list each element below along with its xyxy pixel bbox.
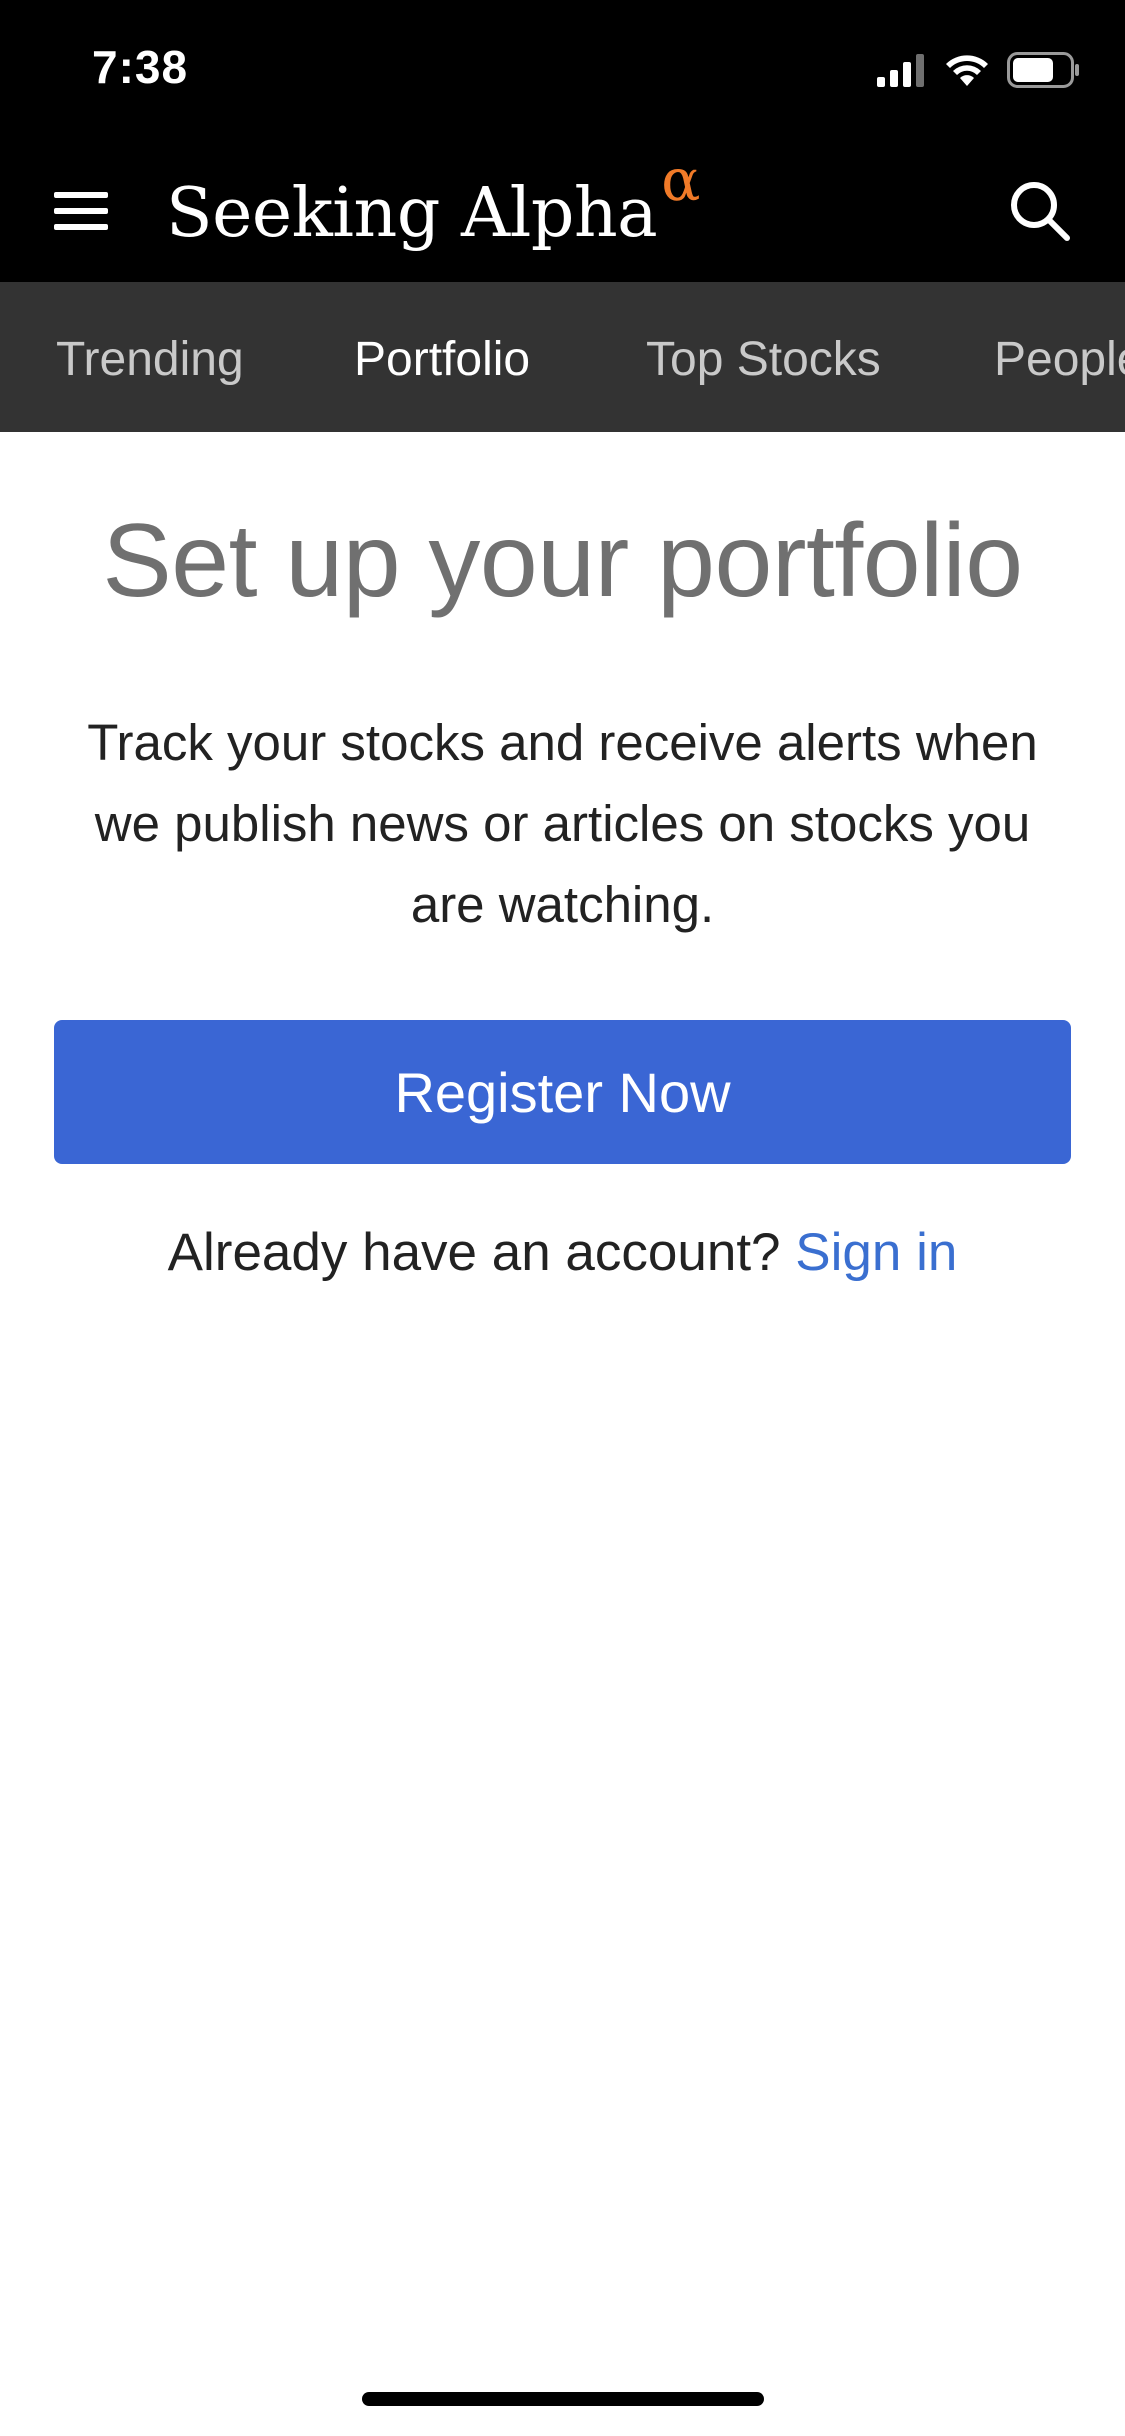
status-bar: 7:38 — [0, 0, 1125, 140]
tab-trending[interactable]: Trending — [56, 332, 244, 387]
tab-top-stocks[interactable]: Top Stocks — [646, 332, 881, 387]
app-header: Seeking Alpha α — [0, 140, 1125, 282]
tab-people[interactable]: People — [994, 332, 1125, 387]
logo-alpha-symbol: α — [661, 146, 701, 214]
status-time: 7:38 — [92, 41, 189, 93]
wifi-icon — [946, 55, 988, 86]
register-now-button[interactable]: Register Now — [54, 1020, 1071, 1164]
setup-description: Track your stocks and receive alerts whe… — [87, 714, 1038, 933]
account-prompt: Already have an account? — [167, 1223, 796, 1282]
search-icon[interactable] — [1007, 178, 1073, 244]
logo-text: Seeking Alpha — [166, 174, 658, 253]
seeking-alpha-logo[interactable]: Seeking Alpha α — [166, 146, 700, 260]
signin-link[interactable]: Sign in — [795, 1223, 957, 1282]
battery-icon — [1007, 52, 1079, 88]
signin-row: Already have an account? Sign in — [0, 1222, 1125, 1283]
home-indicator[interactable] — [362, 2392, 764, 2406]
hamburger-menu-icon[interactable] — [52, 184, 110, 238]
status-icons — [877, 52, 1081, 88]
tab-portfolio[interactable]: Portfolio — [354, 332, 530, 387]
page-title: Set up your portfolio — [102, 503, 1023, 619]
tab-bar: Trending Portfolio Top Stocks People — [0, 282, 1125, 432]
cellular-signal-icon — [877, 54, 924, 87]
